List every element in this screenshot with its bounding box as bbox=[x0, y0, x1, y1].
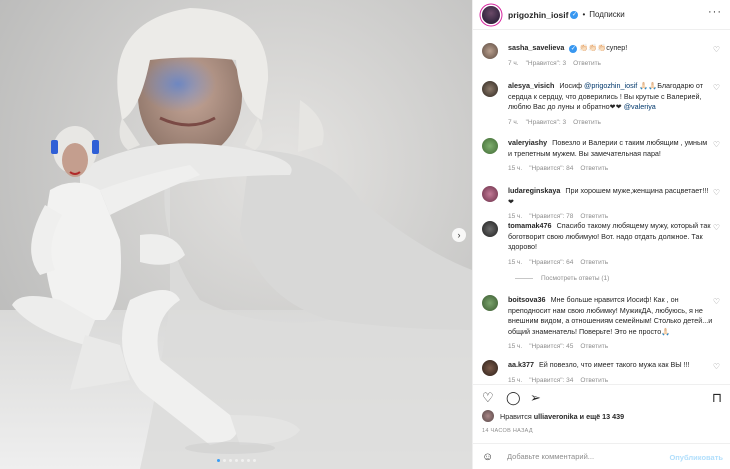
comment-item: alesya_visich Иосиф @prigozhin_iosif 🙏🏻🙏… bbox=[482, 81, 726, 128]
comment-like-heart-icon[interactable]: ♡ bbox=[713, 362, 720, 371]
comment-like-heart-icon[interactable]: ♡ bbox=[713, 83, 720, 92]
carousel-dot bbox=[234, 459, 238, 462]
comment-item: ludareginskaya При хорошем муже,женщина … bbox=[482, 186, 726, 223]
carousel-dot bbox=[228, 459, 232, 462]
emoji-icon[interactable]: ☺ bbox=[482, 451, 496, 463]
comment-item: tomamak476 Спасибо такому любящему мужу,… bbox=[482, 221, 726, 268]
commenter-avatar[interactable] bbox=[482, 43, 498, 59]
more-horizontal-icon[interactable]: ··· bbox=[708, 7, 722, 18]
reply-button[interactable]: Ответить bbox=[580, 165, 608, 172]
reply-button[interactable]: Ответить bbox=[573, 60, 601, 67]
comment-likes[interactable]: "Нравится": 45 bbox=[529, 343, 573, 350]
instagram-post: › prigozhin_iosif ✓ • Подписки ··· sasha… bbox=[0, 0, 730, 469]
comment-username[interactable]: ludareginskaya bbox=[508, 186, 560, 195]
reply-button[interactable]: Ответить bbox=[573, 119, 601, 126]
carousel-dot bbox=[240, 459, 244, 462]
comment-like-heart-icon[interactable]: ♡ bbox=[713, 297, 720, 306]
post-actions-bar: ♡ ◯ ➢ ⊓ bbox=[473, 384, 730, 408]
liker-avatar[interactable] bbox=[482, 410, 494, 422]
send-icon[interactable]: ➢ bbox=[530, 391, 541, 404]
comments-list[interactable]: sasha_savelieva ✓ 👏🏻👏🏻👏🏻супер! 7 ч. "Нрави… bbox=[473, 31, 730, 384]
comment-like-heart-icon[interactable]: ♡ bbox=[713, 188, 720, 197]
comment-item: aa.k377 Ей повезло, что имеет такого муж… bbox=[482, 360, 726, 384]
comment-username[interactable]: sasha_savelieva bbox=[508, 43, 564, 52]
comment-likes[interactable]: "Нравится": 3 bbox=[526, 60, 567, 67]
heart-icon[interactable]: ♡ bbox=[482, 391, 494, 404]
comment-username[interactable]: tomamak476 bbox=[508, 221, 552, 230]
verified-badge-icon: ✓ bbox=[569, 45, 578, 53]
likes-summary[interactable]: Нравится ulliaveronika и ещё 13 439 bbox=[482, 410, 624, 422]
comment-time[interactable]: 15 ч. bbox=[508, 213, 522, 220]
comment-likes[interactable]: "Нравится": 78 bbox=[529, 213, 573, 220]
comment-item: sasha_savelieva ✓ 👏🏻👏🏻👏🏻супер! 7 ч. "Нрави… bbox=[482, 43, 726, 69]
likes-prefix: Нравится bbox=[500, 411, 532, 421]
replies-divider-line bbox=[515, 278, 533, 279]
view-replies-label: Посмотреть ответы (1) bbox=[541, 275, 610, 282]
comment-username[interactable]: aa.k377 bbox=[508, 360, 534, 369]
add-comment-bar: ☺ Опубликовать bbox=[473, 443, 730, 469]
comment-username[interactable]: boitsova36 bbox=[508, 295, 546, 304]
comment-username[interactable]: valeryiashy bbox=[508, 138, 547, 147]
comment-likes[interactable]: "Нравится": 3 bbox=[526, 119, 567, 126]
comment-likes[interactable]: "Нравится": 84 bbox=[529, 165, 573, 172]
comment-text: 👏🏻👏🏻👏🏻супер! bbox=[579, 43, 628, 52]
comment-mention-link[interactable]: @valeriya bbox=[624, 102, 656, 111]
comment-like-heart-icon[interactable]: ♡ bbox=[713, 223, 720, 232]
post-timestamp[interactable]: 14 часов назад bbox=[482, 428, 533, 434]
commenter-avatar[interactable] bbox=[482, 221, 498, 237]
next-slide-button[interactable]: › bbox=[452, 228, 466, 242]
bookmark-icon[interactable]: ⊓ bbox=[712, 391, 722, 404]
post-media[interactable]: › bbox=[0, 0, 472, 469]
carousel-dots bbox=[0, 459, 472, 462]
commenter-avatar[interactable] bbox=[482, 295, 498, 311]
post-header: prigozhin_iosif ✓ • Подписки ··· bbox=[473, 0, 730, 30]
comment-item: valeryiashy Повезло и Валерии с таким лю… bbox=[482, 138, 726, 175]
comment-input[interactable] bbox=[507, 452, 667, 461]
likes-count[interactable]: и ещё 13 439 bbox=[580, 412, 624, 421]
comment-time[interactable]: 7 ч. bbox=[508, 119, 519, 126]
comment-likes[interactable]: "Нравится": 64 bbox=[529, 259, 573, 266]
post-photo bbox=[0, 0, 472, 469]
comment-time[interactable]: 15 ч. bbox=[508, 165, 522, 172]
publish-button[interactable]: Опубликовать bbox=[669, 453, 723, 462]
commenter-avatar[interactable] bbox=[482, 186, 498, 202]
reply-button[interactable]: Ответить bbox=[580, 213, 608, 220]
commenter-avatar[interactable] bbox=[482, 81, 498, 97]
header-separator: • bbox=[582, 10, 586, 19]
comment-time[interactable]: 15 ч. bbox=[508, 343, 522, 350]
comment-icon[interactable]: ◯ bbox=[506, 391, 521, 404]
comment-like-heart-icon[interactable]: ♡ bbox=[713, 140, 720, 149]
comment-time[interactable]: 15 ч. bbox=[508, 259, 522, 266]
verified-badge-icon: ✓ bbox=[570, 10, 579, 19]
comment-item: boitsova36 Мне больше нравится Иосиф! Ка… bbox=[482, 295, 726, 353]
post-side-panel: prigozhin_iosif ✓ • Подписки ··· sasha_s… bbox=[472, 0, 730, 469]
commenter-avatar[interactable] bbox=[482, 138, 498, 154]
carousel-dot bbox=[222, 459, 226, 462]
comment-mention-link[interactable]: @prigozhin_iosif bbox=[584, 81, 637, 90]
carousel-dot bbox=[252, 459, 256, 462]
carousel-dot bbox=[246, 459, 250, 462]
reply-button[interactable]: Ответить bbox=[580, 259, 608, 266]
comment-username[interactable]: alesya_visich bbox=[508, 81, 554, 90]
author-username[interactable]: prigozhin_iosif bbox=[508, 10, 568, 20]
carousel-dot bbox=[216, 459, 220, 462]
commenter-avatar[interactable] bbox=[482, 360, 498, 376]
view-replies-button[interactable]: Посмотреть ответы (1) bbox=[515, 275, 609, 282]
liker-username[interactable]: ulliaveronika bbox=[534, 412, 578, 421]
following-button[interactable]: Подписки bbox=[589, 10, 624, 19]
comment-text-prefix: Иосиф bbox=[559, 81, 585, 90]
comment-text: Ей повезло, что имеет такого мужа как ВЫ… bbox=[538, 360, 690, 369]
comment-time[interactable]: 7 ч. bbox=[508, 60, 519, 67]
reply-button[interactable]: Ответить bbox=[580, 377, 608, 384]
author-avatar[interactable] bbox=[482, 5, 500, 24]
comment-like-heart-icon[interactable]: ♡ bbox=[713, 45, 720, 54]
comment-likes[interactable]: "Нравится": 34 bbox=[529, 377, 573, 384]
reply-button[interactable]: Ответить bbox=[580, 343, 608, 350]
comment-time[interactable]: 15 ч. bbox=[508, 377, 522, 384]
